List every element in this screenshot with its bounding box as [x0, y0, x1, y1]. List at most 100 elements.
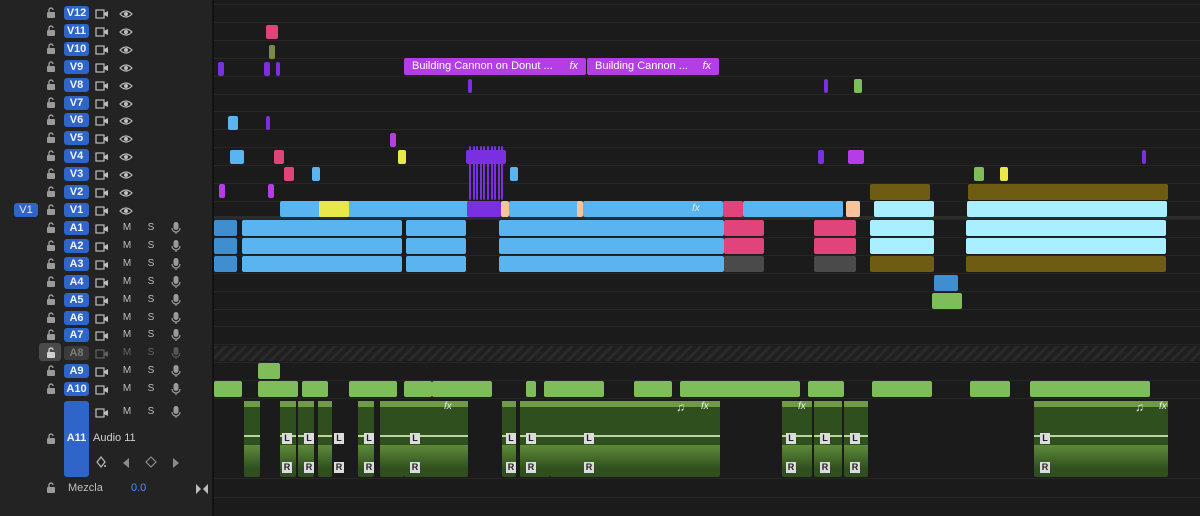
audio-clip[interactable]	[242, 237, 402, 254]
lock-icon[interactable]	[44, 311, 58, 325]
camera-icon[interactable]	[95, 25, 109, 39]
audio-clip[interactable]	[872, 381, 932, 397]
mute-button[interactable]: M	[121, 346, 133, 360]
clip-sliver[interactable]	[228, 116, 238, 130]
track-target-v7[interactable]: V7	[64, 95, 89, 110]
audio-clip[interactable]	[724, 220, 764, 236]
clip-sliver[interactable]	[219, 184, 225, 198]
audio-clip[interactable]	[242, 255, 402, 272]
video-clip[interactable]	[874, 201, 934, 217]
clip-sliver[interactable]	[274, 150, 284, 164]
audio-clip[interactable]	[808, 381, 844, 397]
video-clip[interactable]	[280, 201, 478, 217]
solo-button[interactable]: S	[145, 346, 157, 360]
lock-icon[interactable]	[44, 185, 58, 199]
eye-icon[interactable]	[119, 114, 133, 128]
add-keyframe-icon[interactable]	[144, 455, 158, 469]
video-clip[interactable]	[846, 201, 860, 217]
solo-button[interactable]: S	[145, 293, 157, 307]
camera-icon[interactable]	[95, 114, 109, 128]
audio-clip[interactable]	[814, 255, 856, 272]
solo-button[interactable]: S	[145, 257, 157, 271]
track-target-v1[interactable]: V1	[64, 202, 89, 217]
clip-sliver[interactable]	[1142, 150, 1146, 164]
track-target-v4[interactable]: V4	[64, 149, 89, 164]
mute-button[interactable]: M	[121, 364, 133, 378]
microphone-icon[interactable]	[170, 364, 184, 378]
a11-microphone-icon[interactable]	[170, 405, 182, 419]
camera-icon[interactable]	[95, 204, 109, 218]
clip-sliver[interactable]	[497, 146, 500, 200]
audio-clip[interactable]	[214, 255, 237, 272]
track-target-v3[interactable]: V3	[64, 167, 89, 182]
clip-sliver[interactable]	[854, 79, 862, 93]
lock-icon[interactable]	[44, 96, 58, 110]
eye-icon[interactable]	[119, 132, 133, 146]
solo-button[interactable]: S	[145, 221, 157, 235]
mute-button[interactable]: M	[121, 257, 133, 271]
audio-clip[interactable]	[724, 255, 764, 272]
a11-solo-button[interactable]: S	[145, 405, 157, 419]
audio-clip[interactable]	[302, 381, 328, 397]
audio-clip[interactable]	[966, 220, 1166, 236]
video-clip[interactable]	[967, 201, 1167, 217]
clip-sliver[interactable]	[1000, 167, 1008, 181]
audio-clip[interactable]	[1030, 381, 1150, 397]
clip-sliver[interactable]	[472, 146, 475, 200]
track-target-v9[interactable]: V9	[64, 59, 89, 74]
camera-icon[interactable]	[95, 168, 109, 182]
camera-icon[interactable]	[95, 312, 109, 326]
lock-icon[interactable]	[44, 328, 58, 342]
video-clip[interactable]	[501, 201, 509, 217]
camera-icon[interactable]	[95, 383, 109, 397]
camera-icon[interactable]	[95, 222, 109, 236]
clip-sliver[interactable]	[266, 116, 270, 130]
lock-icon[interactable]	[44, 24, 58, 38]
audio-clip[interactable]	[499, 237, 724, 254]
audio-clip[interactable]	[214, 381, 242, 397]
lock-icon[interactable]	[44, 203, 58, 217]
track-target-v8[interactable]: V8	[64, 77, 89, 92]
clip-sliver[interactable]	[264, 62, 270, 76]
solo-button[interactable]: S	[145, 328, 157, 342]
audio-clip[interactable]	[499, 255, 724, 272]
solo-button[interactable]: S	[145, 311, 157, 325]
clip-sliver[interactable]	[487, 146, 489, 200]
track-target-a5[interactable]: A5	[64, 292, 89, 307]
microphone-icon[interactable]	[170, 239, 184, 253]
a11-lock-icon[interactable]	[44, 432, 58, 446]
track-target-a7[interactable]: A7	[64, 328, 89, 343]
clip-sliver[interactable]	[494, 146, 497, 200]
clip-sliver[interactable]	[269, 45, 275, 59]
mix-lock-icon[interactable]	[44, 481, 58, 495]
eye-icon[interactable]	[119, 186, 133, 200]
clip-sliver[interactable]	[390, 133, 396, 147]
lock-icon[interactable]	[44, 149, 58, 163]
track-target-a2[interactable]: A2	[64, 238, 89, 253]
camera-icon[interactable]	[95, 258, 109, 272]
audio-clip[interactable]	[814, 220, 856, 236]
camera-icon[interactable]	[95, 329, 109, 343]
video-clip[interactable]	[467, 201, 501, 217]
audio-clip[interactable]	[404, 381, 432, 397]
mute-button[interactable]: M	[121, 239, 133, 253]
camera-icon[interactable]	[95, 61, 109, 75]
clip-sliver[interactable]	[476, 146, 479, 200]
lock-icon[interactable]	[44, 293, 58, 307]
microphone-icon[interactable]	[170, 328, 184, 342]
track-target-v5[interactable]: V5	[64, 131, 89, 146]
prev-keyframe-icon[interactable]	[121, 456, 131, 468]
video-clip[interactable]	[870, 184, 930, 200]
lock-icon[interactable]	[44, 113, 58, 127]
audio-clip[interactable]	[349, 381, 397, 397]
clip-sliver[interactable]	[468, 79, 472, 93]
named-clip-1[interactable]: Building Cannon on Donut ... fx	[404, 58, 586, 75]
audio-clip[interactable]	[406, 220, 466, 236]
lock-icon[interactable]	[44, 167, 58, 181]
audio-clip[interactable]	[214, 237, 237, 254]
next-keyframe-icon[interactable]	[171, 456, 181, 468]
audio-clip[interactable]	[499, 220, 724, 236]
microphone-icon[interactable]	[170, 382, 184, 396]
microphone-icon[interactable]	[170, 311, 184, 325]
source-patch-v1[interactable]: V1	[14, 202, 38, 217]
